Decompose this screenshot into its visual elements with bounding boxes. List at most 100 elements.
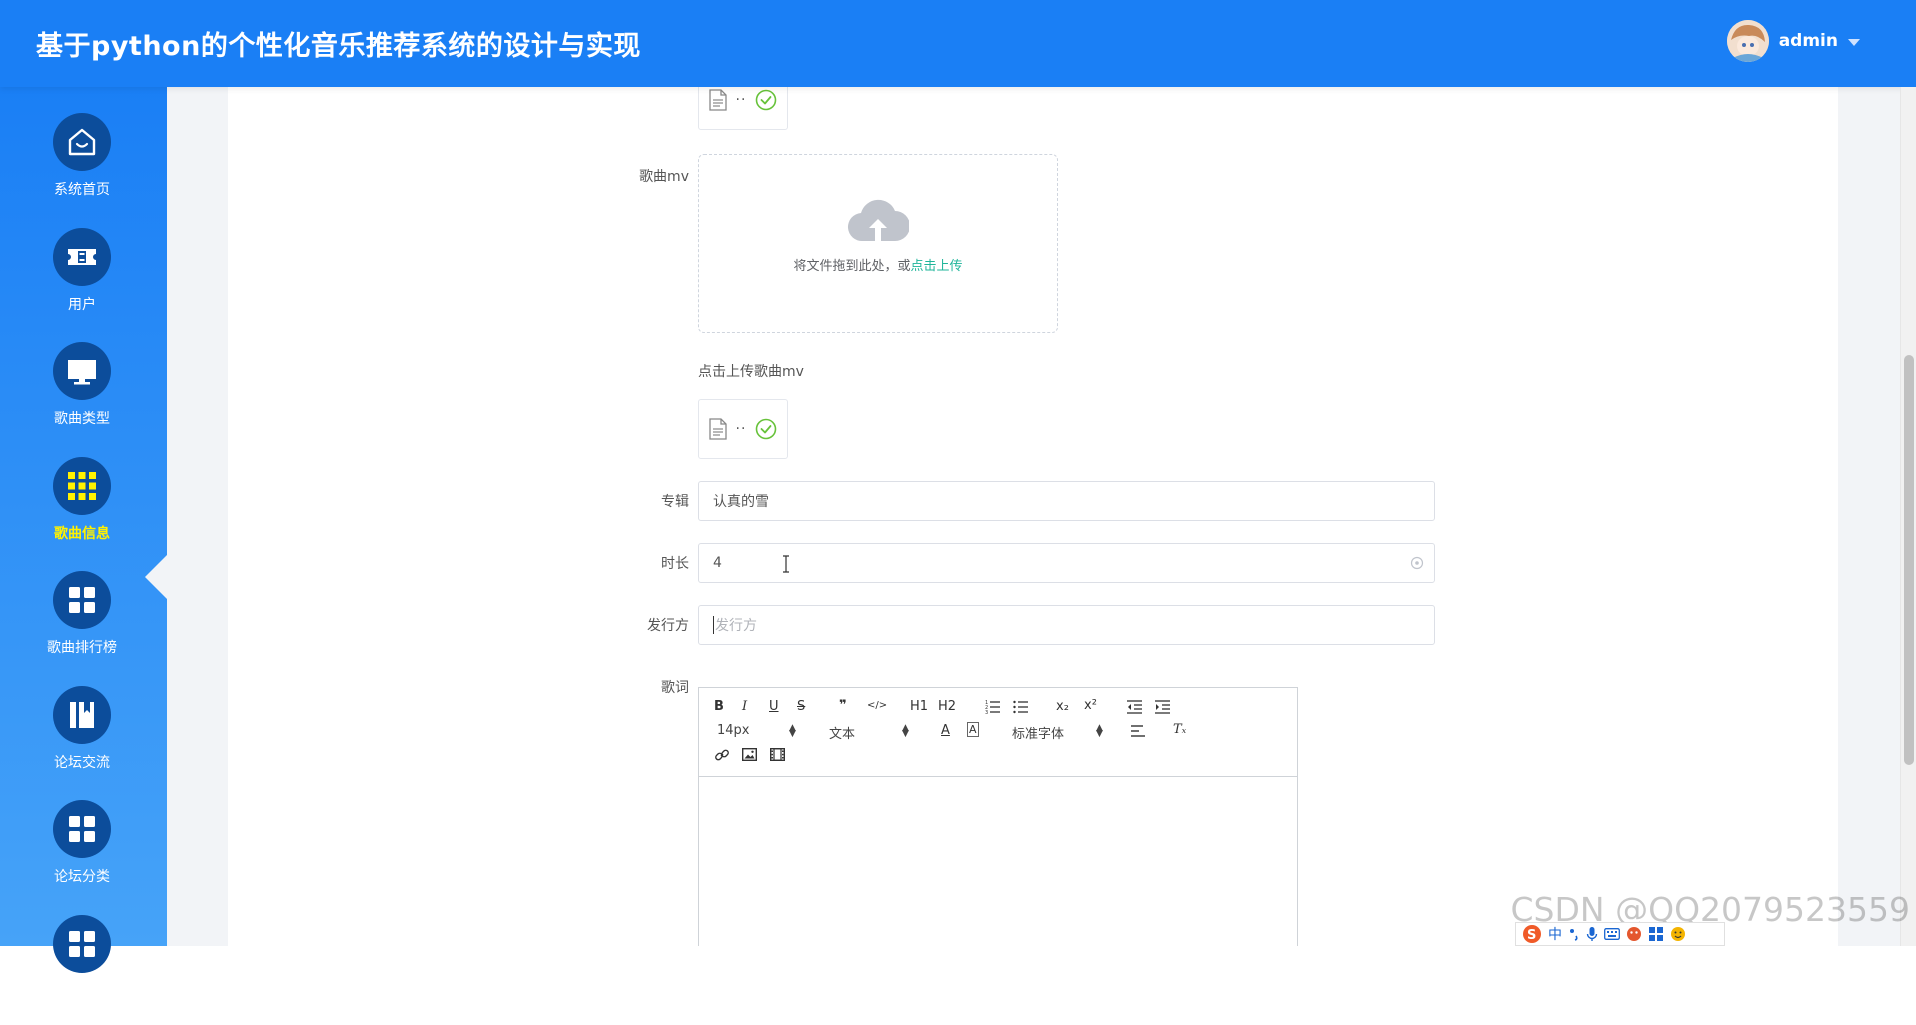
code-block-button[interactable]: </> <box>867 700 887 711</box>
microphone-icon[interactable] <box>1586 926 1598 942</box>
align-left-icon[interactable] <box>1131 725 1145 737</box>
select-arrows-icon[interactable]: ▲ ▼ <box>1096 724 1103 739</box>
publisher-label: 发行方 <box>647 618 689 634</box>
font-color-button[interactable]: A <box>941 723 950 738</box>
document-icon <box>708 89 727 111</box>
publisher-placeholder: 发行方 <box>715 618 757 634</box>
sidebar-item-users[interactable]: 用户 <box>0 228 164 338</box>
image-icon[interactable] <box>742 748 757 761</box>
sidebar-item-label: 论坛交流 <box>54 755 110 771</box>
mv-upload-hint: 点击上传歌曲mv <box>698 364 804 380</box>
sidebar-item-label: 用户 <box>68 297 96 313</box>
lyrics-label: 歌词 <box>661 680 689 696</box>
sidebar-item-song-ranking[interactable]: 歌曲排行榜 <box>0 571 164 681</box>
avatar[interactable] <box>1726 20 1769 62</box>
sidebar-item-label: 论坛分类 <box>54 869 110 885</box>
username[interactable]: admin <box>1779 31 1838 51</box>
cloud-upload-icon <box>847 199 909 242</box>
sidebar-item-home[interactable]: 系统首页 <box>0 113 164 223</box>
subscript-button[interactable]: x₂ <box>1056 699 1069 714</box>
app-title: 基于python的个性化音乐推荐系统的设计与实现 <box>36 31 641 62</box>
uploaded-file-thumb[interactable]: ·· <box>698 87 788 130</box>
grid-icon <box>53 457 111 515</box>
background-color-button[interactable]: A <box>967 722 979 737</box>
apps-icon <box>53 915 111 973</box>
bold-button[interactable]: B <box>714 699 724 714</box>
text-cursor-icon <box>783 555 789 573</box>
sidebar-item-song-info[interactable]: 歌曲信息 <box>0 457 164 567</box>
link-icon[interactable] <box>714 747 730 763</box>
punctuation-icon[interactable] <box>1568 927 1580 941</box>
sidebar-item-more[interactable] <box>0 915 164 1025</box>
sidebar-item-label: 歌曲排行榜 <box>47 640 117 656</box>
select-arrows-icon[interactable]: ▲ ▼ <box>902 724 909 739</box>
active-indicator <box>145 555 167 599</box>
font-size-select[interactable]: 14px <box>717 723 750 738</box>
mv-upload-dropzone[interactable]: 将文件拖到此处，或点击上传 <box>698 154 1058 333</box>
outdent-icon[interactable] <box>1127 700 1142 714</box>
success-check-icon <box>756 418 777 440</box>
video-icon[interactable] <box>770 748 785 761</box>
apps-icon <box>53 571 111 629</box>
editor-content-area[interactable] <box>699 778 1297 946</box>
paragraph-select[interactable]: 文本 <box>829 723 855 742</box>
font-family-select[interactable]: 标准字体 <box>1012 723 1064 742</box>
heading1-button[interactable]: H1 <box>910 699 928 714</box>
duration-label: 时长 <box>661 556 689 572</box>
sidebar: 系统首页 用户 歌曲类型 歌曲信息 歌曲排行榜 论坛交流 论坛分类 <box>0 87 167 973</box>
indent-icon[interactable] <box>1155 700 1170 714</box>
svg-text:3: 3 <box>985 710 988 714</box>
upload-instruction: 将文件拖到此处，或 <box>793 259 911 274</box>
chevron-down-icon[interactable] <box>1848 38 1860 46</box>
bullet-list-icon[interactable] <box>1013 700 1028 714</box>
spinner-icon[interactable] <box>1410 556 1424 570</box>
book-icon <box>53 686 111 744</box>
italic-button[interactable]: I <box>742 699 747 714</box>
album-input[interactable]: 认真的雪 <box>698 481 1435 521</box>
scrollbar-thumb[interactable] <box>1904 355 1914 765</box>
lyrics-rich-editor[interactable]: B I U S ❞ </> H1 H2 123 x₂ x² 14px ▲ ▼ 文本… <box>698 687 1298 946</box>
svg-text:S: S <box>1527 928 1536 943</box>
sidebar-item-forum-category[interactable]: 论坛分类 <box>0 800 164 910</box>
sidebar-item-label: 歌曲类型 <box>54 411 110 427</box>
file-name: ·· <box>735 421 747 437</box>
underline-button[interactable]: U <box>769 699 779 714</box>
page-scrollbar[interactable] <box>1900 87 1916 946</box>
ime-mode-indicator[interactable]: 中 <box>1548 924 1562 944</box>
success-check-icon <box>756 89 777 111</box>
main-content: ·· 歌曲mv 将文件拖到此处，或点击上传 点击上传歌曲mv ·· 专辑 认真的… <box>167 87 1900 946</box>
click-upload-link[interactable]: 点击上传 <box>911 259 963 274</box>
strike-button[interactable]: S <box>797 699 805 714</box>
skin-icon[interactable] <box>1626 926 1642 942</box>
heading2-button[interactable]: H2 <box>938 699 956 714</box>
sidebar-item-song-types[interactable]: 歌曲类型 <box>0 342 164 452</box>
app-header: 基于python的个性化音乐推荐系统的设计与实现 admin <box>0 0 1916 87</box>
home-icon <box>53 113 111 171</box>
uploaded-mv-thumb[interactable]: ·· <box>698 399 788 459</box>
ordered-list-icon[interactable]: 123 <box>985 700 1000 714</box>
sidebar-item-label: 系统首页 <box>54 182 110 198</box>
publisher-input[interactable]: 发行方 <box>698 605 1435 645</box>
monitor-icon <box>53 342 111 400</box>
sidebar-item-forum[interactable]: 论坛交流 <box>0 686 164 796</box>
ime-toolbar[interactable]: S 中 <box>1515 922 1725 946</box>
emoji-icon[interactable] <box>1670 926 1686 942</box>
document-icon <box>708 418 727 440</box>
caret <box>713 616 714 634</box>
sidebar-item-label: 歌曲信息 <box>54 526 110 542</box>
clear-format-button[interactable]: Tₓ <box>1173 722 1186 737</box>
keyboard-icon[interactable] <box>1604 928 1620 940</box>
user-menu[interactable]: admin <box>1726 20 1860 62</box>
album-label: 专辑 <box>661 494 689 510</box>
duration-input[interactable]: 4 <box>698 543 1435 583</box>
sogou-logo-icon: S <box>1523 925 1541 943</box>
duration-value: 4 <box>713 555 722 571</box>
blockquote-button[interactable]: ❞ <box>839 698 847 713</box>
ticket-icon <box>53 228 111 286</box>
select-arrows-icon[interactable]: ▲ ▼ <box>789 724 796 739</box>
mv-label: 歌曲mv <box>639 169 689 185</box>
toolbox-icon[interactable] <box>1648 926 1664 942</box>
superscript-button[interactable]: x² <box>1084 698 1097 713</box>
apps-icon <box>53 800 111 858</box>
editor-toolbar: B I U S ❞ </> H1 H2 123 x₂ x² 14px ▲ ▼ 文本… <box>699 688 1297 777</box>
